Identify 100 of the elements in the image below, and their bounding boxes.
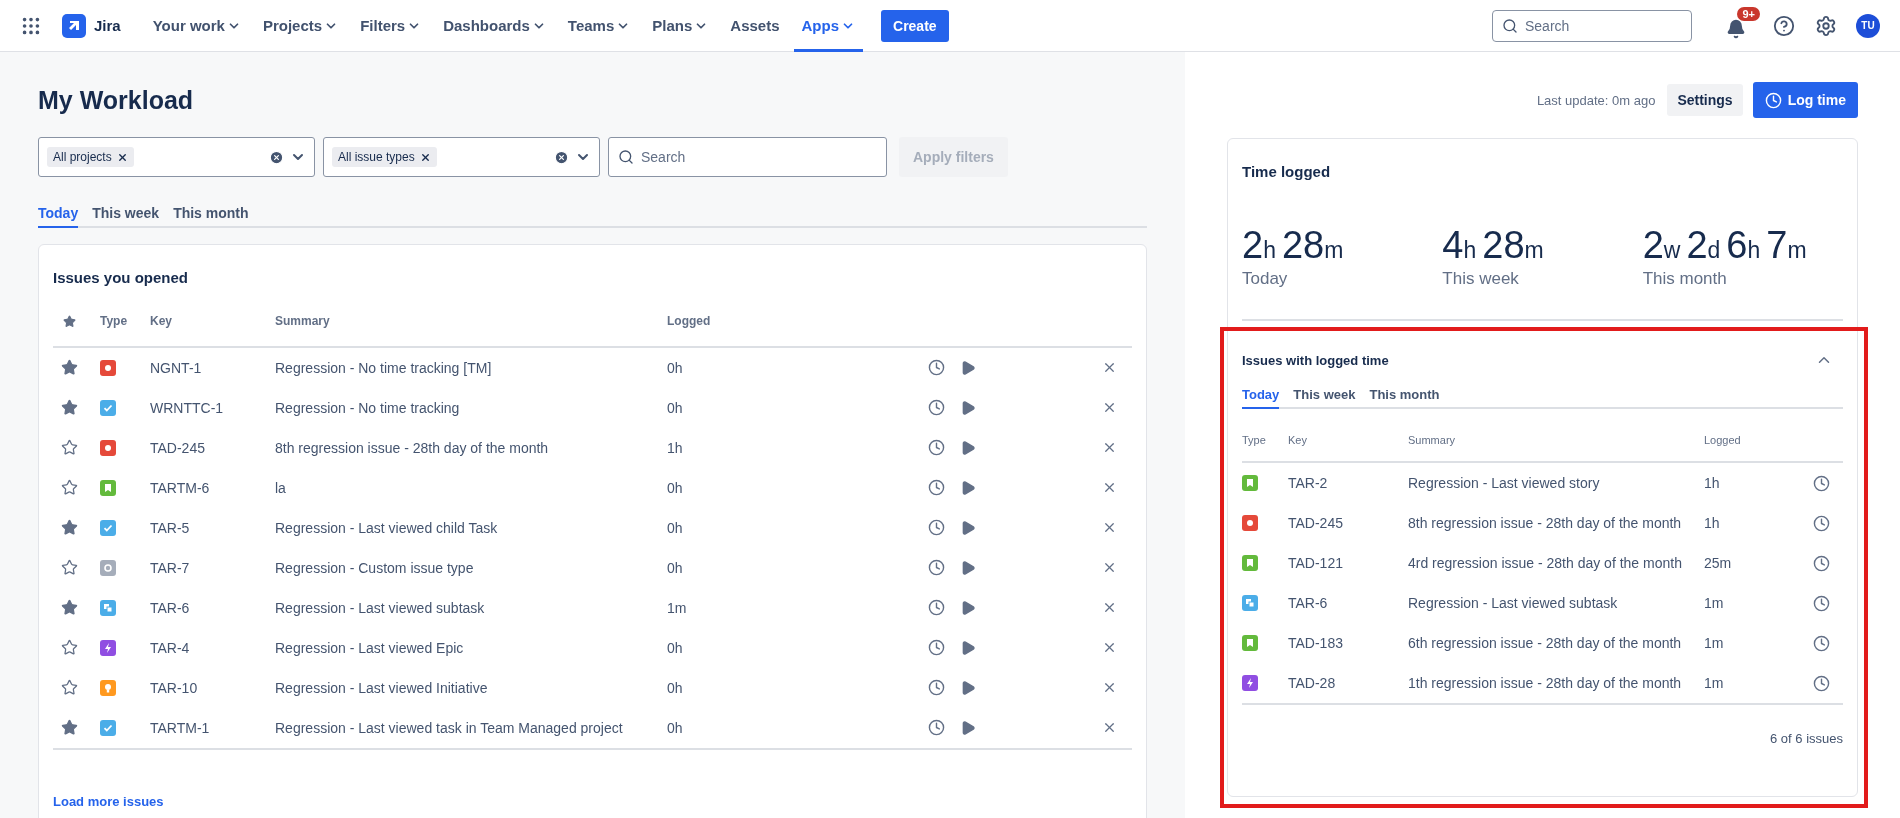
issue-count: 6 of 6 issues <box>1769 731 1843 748</box>
bell-icon <box>1726 18 1746 39</box>
logged-time: 1m <box>1704 635 1725 651</box>
issue-key: TAR-6 <box>1288 595 1408 611</box>
card-title: Issues you opened <box>53 269 190 286</box>
time-total: 2w 2d 6h 7m <box>1642 224 1808 267</box>
remove-icon[interactable] <box>116 151 128 163</box>
issue-summary: 1th regression issue - 28th day of the month <box>1408 675 1683 691</box>
issue-key: NGNT-1 <box>150 359 275 376</box>
nav-item[interactable]: Your work <box>144 0 249 52</box>
issue-key: TARTM-6 <box>150 479 275 496</box>
filter-chip: All projects <box>47 147 134 167</box>
bookmark-type-icon <box>100 479 116 496</box>
bookmark-type-icon <box>1242 475 1258 491</box>
logged-time: 25m <box>1704 555 1733 571</box>
issue-key: TARTM-1 <box>150 719 275 736</box>
search-field[interactable]: Search <box>608 137 887 177</box>
issue-key: TAD-121 <box>1288 555 1408 571</box>
logged-time: 0h <box>667 359 684 376</box>
page-title: My Workload <box>38 86 195 115</box>
card-title: Time logged <box>1242 163 1332 180</box>
column-header: Key <box>1288 434 1308 446</box>
logged-time: 0h <box>667 679 684 696</box>
squares-type-icon <box>1242 595 1258 611</box>
filter-select[interactable]: All projects <box>38 137 315 177</box>
clock-icon <box>1764 91 1782 109</box>
load-more-link[interactable]: Load more issues <box>53 793 164 809</box>
time-period-label: This month <box>1642 269 1728 289</box>
issue-key: TAR-6 <box>150 599 275 616</box>
lightning-type-icon <box>100 639 116 656</box>
logged-time: 1h <box>667 439 684 456</box>
issue-summary: Regression - No time tracking [TM] <box>275 359 493 376</box>
logged-time: 1m <box>1704 675 1725 691</box>
nav-item[interactable]: Teams <box>559 0 639 52</box>
user-avatar[interactable]: TU <box>1856 13 1880 38</box>
lightning-type-icon <box>1242 675 1258 691</box>
tab[interactable]: This month <box>173 201 249 228</box>
product-name[interactable]: Jira <box>94 17 121 34</box>
clear-icon[interactable] <box>269 149 284 165</box>
logged-time: 0h <box>667 639 684 656</box>
nav-item[interactable]: Dashboards <box>435 0 554 52</box>
issue-key: TAR-5 <box>150 519 275 536</box>
issue-summary: Regression - Last viewed story <box>1408 475 1601 491</box>
nav-item[interactable]: Filters <box>352 0 430 52</box>
checkbox-type-icon <box>100 719 116 736</box>
issue-summary: Regression - Last viewed Initiative <box>275 679 489 696</box>
column-header: Logged <box>667 314 712 328</box>
notifications-button[interactable]: 9+ <box>1712 5 1760 46</box>
remove-icon[interactable] <box>419 151 431 163</box>
section-title: Issues with logged time <box>1242 352 1389 368</box>
issue-key: TAD-245 <box>1288 515 1408 531</box>
logged-time: 1m <box>1704 595 1725 611</box>
settings-button[interactable]: Settings <box>1667 84 1743 116</box>
clear-icon[interactable] <box>554 149 569 165</box>
issue-summary: 8th regression issue - 28th day of the month <box>275 439 550 456</box>
issue-summary: Regression - Custom issue type <box>275 559 475 576</box>
logged-time: 0h <box>667 719 684 736</box>
logged-time: 0h <box>667 559 684 576</box>
nav-item[interactable]: Assets <box>722 0 788 52</box>
issue-key: TAR-2 <box>1288 475 1408 491</box>
tab[interactable]: This month <box>1369 383 1440 409</box>
issue-key: TAD-183 <box>1288 635 1408 651</box>
tab[interactable]: This week <box>1293 383 1356 409</box>
settings-icon <box>1815 14 1837 37</box>
bug-type-icon <box>100 359 116 376</box>
column-header: Summary <box>275 314 331 328</box>
logged-time: 0h <box>667 519 684 536</box>
logged-time: 1h <box>1704 475 1721 491</box>
squares-type-icon <box>100 599 116 616</box>
column-header: Key <box>150 314 173 328</box>
bookmark-type-icon <box>1242 555 1258 571</box>
issue-summary: Regression - Last viewed child Task <box>275 519 499 536</box>
bug-type-icon <box>100 439 116 456</box>
logged-time: 0h <box>667 479 684 496</box>
logo-icon[interactable] <box>62 13 86 38</box>
column-header: Summary <box>1408 434 1457 446</box>
checkbox-type-icon <box>100 399 116 416</box>
issue-key: WRNTTC-1 <box>150 399 275 416</box>
tab[interactable]: Today <box>38 201 79 228</box>
issue-key: TAD-28 <box>1288 675 1408 691</box>
filter-select[interactable]: All issue types <box>323 137 600 177</box>
help-icon <box>1773 14 1795 37</box>
issue-key: TAR-7 <box>150 559 275 576</box>
nav-item[interactable]: Projects <box>254 0 347 52</box>
issue-summary: Regression - Last viewed Epic <box>275 639 465 656</box>
issue-summary: 6th regression issue - 28th day of the month <box>1408 635 1683 651</box>
create-button[interactable]: Create <box>881 9 949 42</box>
nav-item[interactable]: Plans <box>644 0 717 52</box>
tab[interactable]: This week <box>92 201 160 228</box>
issue-key: TAD-245 <box>150 439 275 456</box>
issue-summary: la <box>275 479 287 496</box>
logged-time: 1m <box>667 599 688 616</box>
log-time-button[interactable]: Log time <box>1752 82 1858 118</box>
last-update-text: Last update: 0m ago <box>1536 92 1656 108</box>
time-period-label: This week <box>1442 269 1520 289</box>
column-header: Type <box>100 314 129 328</box>
tab[interactable]: Today <box>1242 383 1280 409</box>
search-field[interactable]: Search <box>1492 9 1692 42</box>
time-total: 2h 28m <box>1242 224 1345 267</box>
issue-summary: Regression - Last viewed subtask <box>1408 595 1619 611</box>
